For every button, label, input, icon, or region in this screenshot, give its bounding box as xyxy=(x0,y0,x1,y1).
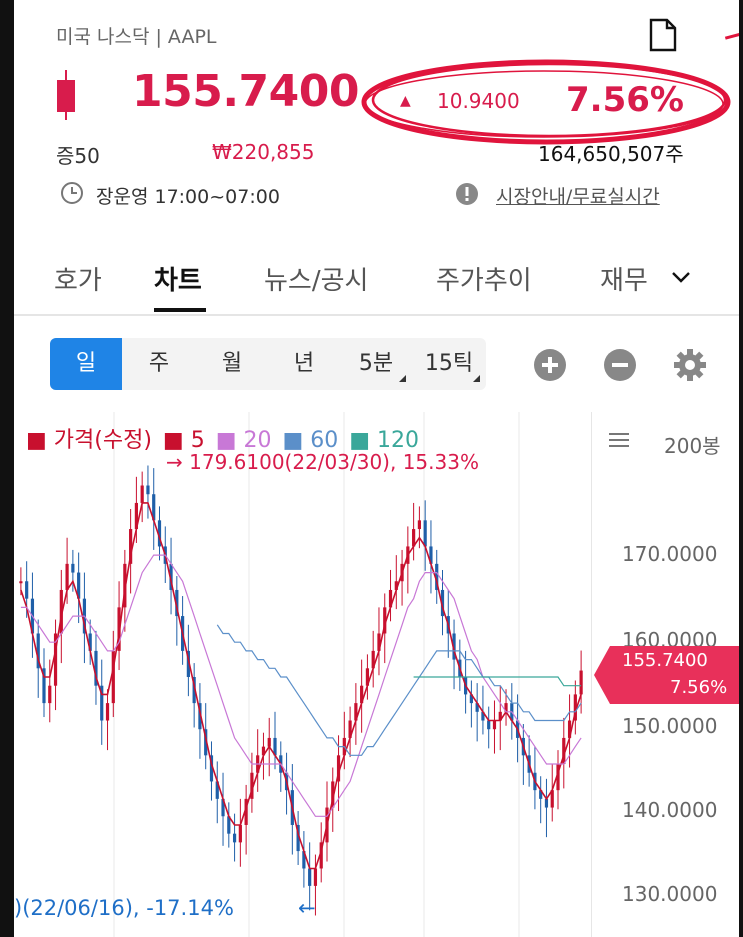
candle xyxy=(417,520,421,530)
candle xyxy=(146,485,150,495)
period-month[interactable]: 월 xyxy=(196,338,268,390)
active-tab-indicator xyxy=(154,308,206,312)
gear-icon[interactable] xyxy=(672,347,708,383)
zoom-out-button[interactable] xyxy=(604,349,636,381)
period-month-label: 월 xyxy=(221,351,243,376)
annotation-stroke xyxy=(724,31,739,48)
candle xyxy=(25,581,29,599)
candle xyxy=(105,703,110,721)
period-week-label: 주 xyxy=(148,351,170,376)
period-year[interactable]: 년 xyxy=(268,338,340,390)
period-day[interactable]: 일 xyxy=(50,338,122,390)
current-price: 155.7400 xyxy=(132,66,360,117)
axis-tick-140: 140.0000 xyxy=(622,798,718,822)
candle xyxy=(232,833,237,843)
dropdown-corner-icon xyxy=(399,375,406,382)
ma-line-60 xyxy=(216,624,582,756)
candle xyxy=(313,868,318,886)
period-selector: 일 주 월 년 5분 15틱 xyxy=(50,338,486,390)
ma-line-120 xyxy=(413,676,582,687)
price-change: 10.9400 xyxy=(437,89,520,113)
tab-orderbook[interactable]: 호가 xyxy=(54,260,102,297)
bar-count-label[interactable]: 200봉 xyxy=(664,430,721,459)
candle xyxy=(579,670,583,695)
legend-price: ■ 가격(수정) xyxy=(26,428,152,453)
candle xyxy=(71,563,75,573)
candle xyxy=(140,485,144,503)
period-5min-label: 5분 xyxy=(358,351,394,376)
candle xyxy=(48,685,52,704)
period-year-label: 년 xyxy=(293,351,315,376)
candle xyxy=(308,868,312,886)
axis-tick-170: 170.0000 xyxy=(622,542,718,566)
info-icon xyxy=(456,183,478,205)
document-icon[interactable] xyxy=(648,18,678,52)
period-15tick[interactable]: 15틱 xyxy=(412,338,486,390)
app-screen: 미국 나스닥 | AAPL 155.7400 ▲ 10.9400 7.56% 증… xyxy=(14,0,739,937)
left-arrow-icon: ← xyxy=(298,896,316,920)
price-change-pct: 7.56% xyxy=(566,80,684,120)
candle xyxy=(238,824,242,843)
candle-icon xyxy=(57,70,75,120)
trade-volume: 164,650,507주 xyxy=(538,142,684,166)
tab-news[interactable]: 뉴스/공시 xyxy=(264,260,368,297)
candle xyxy=(487,720,491,730)
legend-price-label: 가격(수정) xyxy=(53,428,152,453)
krw-price: ₩220,855 xyxy=(212,140,315,164)
tab-chart[interactable]: 차트 xyxy=(154,260,202,297)
market-label: 미국 나스닥 | AAPL xyxy=(56,26,217,48)
clock-icon xyxy=(61,182,83,204)
dropdown-corner-icon xyxy=(473,375,480,382)
zoom-in-button[interactable] xyxy=(534,349,566,381)
candle xyxy=(65,563,69,590)
axis-tick-130: 130.0000 xyxy=(622,882,718,906)
current-price-tag-pct: 7.56% xyxy=(670,677,728,698)
up-arrow-icon: ▲ xyxy=(400,93,411,109)
period-15tick-label: 15틱 xyxy=(424,351,474,376)
axis-tick-150: 150.0000 xyxy=(622,714,718,738)
max-price-marker: → 179.6100(22/03/30), 15.33% xyxy=(166,450,479,474)
trading-hours: 장운영 17:00~07:00 xyxy=(96,186,280,208)
margin-rate: 증50 xyxy=(56,144,100,168)
menu-icon[interactable] xyxy=(609,432,629,448)
candle xyxy=(492,720,497,730)
candle xyxy=(423,520,427,547)
current-price-tag-value: 155.7400 xyxy=(622,650,708,671)
tab-bar: 호가 차트 뉴스/공시 주가추이 재무 xyxy=(14,250,739,316)
candle xyxy=(19,581,23,584)
minus-icon xyxy=(612,363,628,367)
period-day-label: 일 xyxy=(75,351,97,376)
plus-icon-vertical xyxy=(548,357,552,373)
min-price-marker: )(22/06/16), -17.14% xyxy=(14,896,234,920)
market-guide-link[interactable]: 시장안내/무료실시간 xyxy=(496,182,660,209)
tab-financials[interactable]: 재무 xyxy=(600,260,648,297)
period-week[interactable]: 주 xyxy=(122,338,196,390)
tab-price-trend[interactable]: 주가추이 xyxy=(436,260,532,297)
chevron-down-icon[interactable] xyxy=(670,266,692,288)
period-5min[interactable]: 5분 xyxy=(340,338,412,390)
